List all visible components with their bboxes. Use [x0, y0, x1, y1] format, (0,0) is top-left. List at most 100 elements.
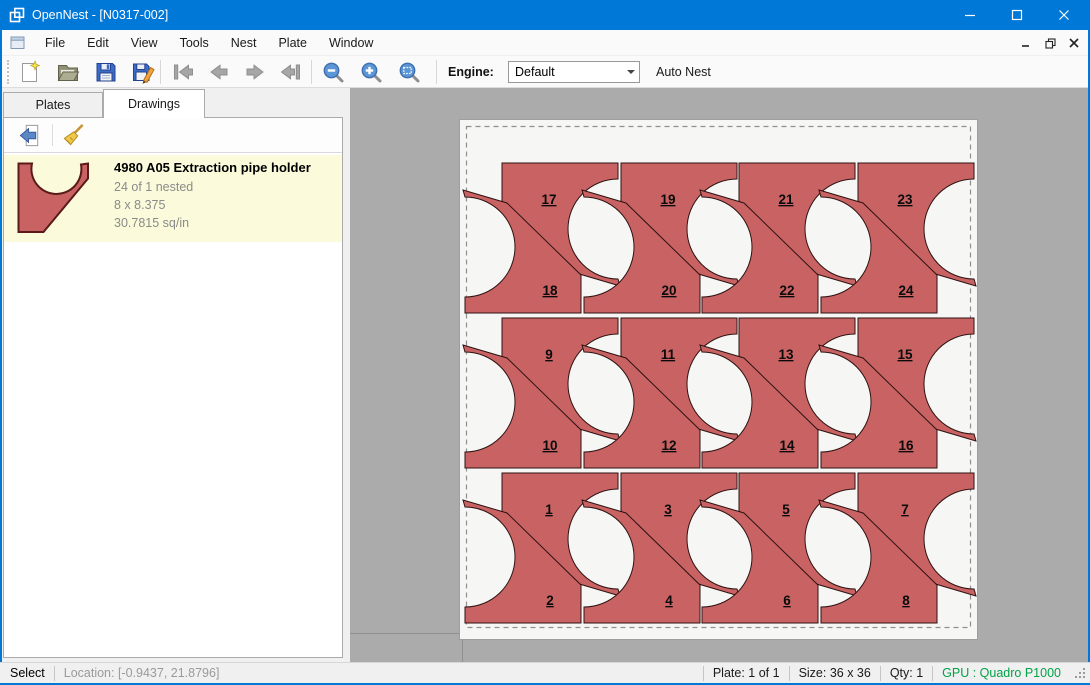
close-icon	[1059, 11, 1068, 20]
previous-arrow-icon	[207, 60, 231, 84]
zoom-in-button[interactable]	[357, 58, 385, 86]
mdi-minimize-button[interactable]	[1018, 36, 1034, 50]
zoom-out-button[interactable]	[319, 58, 347, 86]
part-number-label: 17	[541, 192, 556, 207]
save-edit-icon	[131, 60, 155, 84]
part-number-label: 18	[542, 283, 558, 298]
menu-tools[interactable]: Tools	[169, 32, 220, 54]
status-bar: Select Location: [-0.9437, 21.8796] Plat…	[0, 662, 1090, 683]
toolbar-separator	[311, 60, 312, 84]
chevron-down-icon	[627, 70, 635, 74]
part-number-label: 22	[779, 283, 794, 298]
zoom-extents-button[interactable]	[395, 58, 423, 86]
close-button[interactable]	[1040, 0, 1087, 30]
zoom-extents-icon	[397, 60, 421, 84]
drawings-toolbar	[4, 118, 342, 153]
part-number-label: 4	[665, 593, 673, 608]
status-plate: Plate: 1 of 1	[704, 666, 789, 680]
part-number-label: 5	[782, 502, 790, 517]
zoom-out-icon	[321, 60, 345, 84]
next-arrow-icon	[243, 60, 267, 84]
last-arrow-icon	[279, 60, 303, 84]
drawing-list-item[interactable]: 4980 A05 Extraction pipe holder 24 of 1 …	[4, 155, 342, 242]
maximize-button[interactable]	[993, 0, 1040, 30]
part-number-label: 14	[779, 438, 795, 453]
engine-label: Engine:	[448, 56, 494, 88]
mdi-close-button[interactable]	[1066, 36, 1082, 50]
engine-value: Default	[509, 65, 622, 79]
maximize-icon	[1012, 11, 1021, 20]
sidebar: Plates Drawings	[2, 88, 350, 662]
mdi-restore-button[interactable]	[1042, 36, 1058, 50]
broom-icon	[61, 123, 86, 148]
part-number-label: 16	[898, 438, 914, 453]
drawings-panel: 4980 A05 Extraction pipe holder 24 of 1 …	[3, 117, 343, 658]
status-qty: Qty: 1	[881, 666, 932, 680]
menu-window[interactable]: Window	[318, 32, 384, 54]
part-number-label: 8	[902, 593, 910, 608]
resize-grip[interactable]	[1074, 667, 1087, 683]
engine-dropdown-button[interactable]	[622, 62, 639, 82]
part-number-label: 6	[783, 593, 791, 608]
new-button[interactable]	[16, 58, 44, 86]
part-number-label: 24	[898, 283, 914, 298]
part-number-label: 10	[542, 438, 557, 453]
next-plate-button[interactable]	[241, 58, 269, 86]
tab-drawings[interactable]: Drawings	[103, 89, 205, 118]
part-number-label: 1	[545, 502, 553, 517]
toolbar-separator	[52, 124, 53, 146]
part-number-label: 23	[897, 192, 913, 207]
part-number-label: 19	[660, 192, 675, 207]
menu-nest[interactable]: Nest	[220, 32, 268, 54]
mdi-restore-icon	[1046, 41, 1053, 48]
new-file-icon	[18, 60, 42, 84]
part-number-label: 7	[901, 502, 909, 517]
mdi-document-icon[interactable]	[10, 35, 26, 51]
status-gpu: GPU : Quadro P1000	[933, 666, 1070, 680]
part-number-label: 9	[545, 347, 553, 362]
part-title: 4980 A05 Extraction pipe holder	[114, 160, 311, 175]
return-to-drawing-button[interactable]	[17, 122, 44, 149]
toolbar-separator	[436, 60, 437, 84]
status-mode: Select	[0, 666, 54, 680]
toolbar-separator	[160, 60, 161, 84]
part-dimensions: 8 x 8.375	[114, 198, 165, 212]
part-number-label: 13	[778, 347, 794, 362]
previous-plate-button[interactable]	[205, 58, 233, 86]
menu-edit[interactable]: Edit	[76, 32, 120, 54]
mdi-close-icon	[1070, 39, 1078, 47]
part-number-label: 20	[661, 283, 676, 298]
first-plate-button[interactable]	[169, 58, 197, 86]
minimize-button[interactable]	[947, 0, 993, 30]
part-area: 30.7815 sq/in	[114, 216, 189, 230]
engine-combobox[interactable]: Default	[508, 61, 640, 83]
nest-canvas[interactable]: 171921231820222491113151012141613572468	[350, 88, 1088, 662]
zoom-in-icon	[359, 60, 383, 84]
last-plate-button[interactable]	[277, 58, 305, 86]
save-edit-button[interactable]	[129, 58, 157, 86]
menu-file[interactable]: File	[34, 32, 76, 54]
main-toolbar: Engine: Default Auto Nest	[2, 56, 1088, 88]
part-number-label: 11	[661, 347, 676, 362]
title-bar[interactable]: OpenNest - [N0317-002]	[0, 0, 1090, 30]
part-number-label: 15	[897, 347, 913, 362]
app-window: OpenNest - [N0317-002] File Edit View To…	[0, 0, 1090, 685]
part-thumbnail	[17, 162, 99, 237]
part-number-label: 21	[778, 192, 794, 207]
app-logo-icon	[9, 7, 25, 23]
nest-drawing[interactable]: 171921231820222491113151012141613572468	[460, 120, 977, 639]
menu-bar: File Edit View Tools Nest Plate Window	[2, 30, 1088, 56]
clear-button[interactable]	[60, 122, 87, 149]
open-button[interactable]	[54, 58, 82, 86]
toolbar-grip[interactable]	[7, 60, 9, 84]
menu-plate[interactable]: Plate	[267, 32, 318, 54]
open-folder-icon	[56, 60, 80, 84]
save-icon	[94, 60, 118, 84]
window-title: OpenNest - [N0317-002]	[32, 0, 168, 30]
status-size: Size: 36 x 36	[790, 666, 880, 680]
auto-nest-button[interactable]: Auto Nest	[650, 56, 717, 88]
tab-plates[interactable]: Plates	[3, 92, 103, 118]
menu-view[interactable]: View	[120, 32, 169, 54]
save-button[interactable]	[92, 58, 120, 86]
plate[interactable]: 171921231820222491113151012141613572468	[459, 119, 978, 640]
